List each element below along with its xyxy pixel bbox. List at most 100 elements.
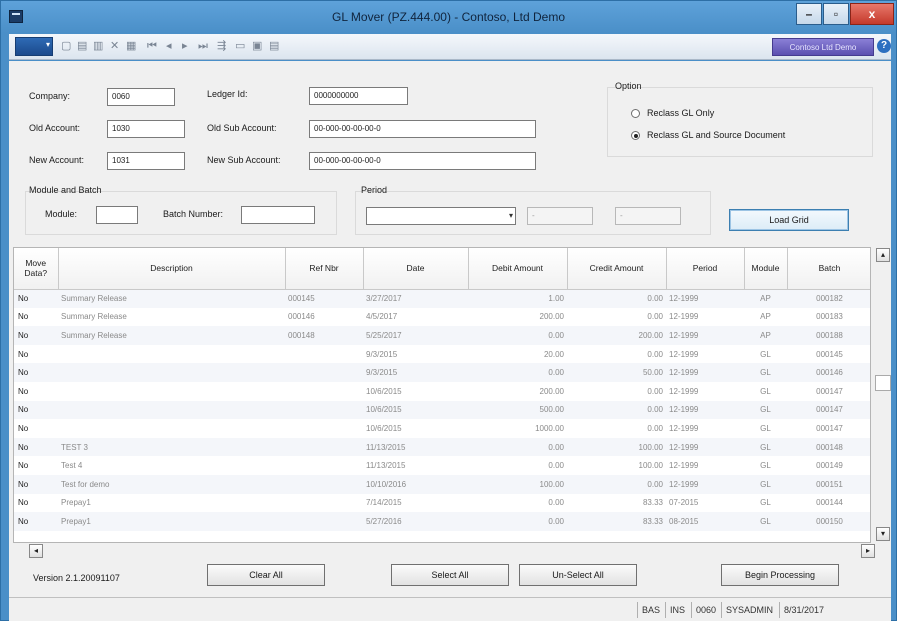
unselect-all-button[interactable]: Un-Select All [519, 564, 637, 586]
title-bar[interactable]: GL Mover (PZ.444.00) - Contoso, Ltd Demo… [1, 1, 896, 33]
copy-icon[interactable]: ▥ [93, 39, 103, 53]
old-sub-account-field[interactable]: 00-000-00-00-00-0 [309, 120, 536, 138]
grid-horizontal-scrollbar[interactable]: ◂ ▸ [13, 544, 875, 558]
scroll-right-icon[interactable]: ▸ [861, 544, 875, 558]
reclass-gl-only-radio[interactable] [631, 109, 640, 118]
table-row[interactable]: No 10/6/2015 200.00 0.00 12-1999 GL 000147 [14, 382, 870, 401]
column-header[interactable]: Credit Amount [567, 248, 667, 290]
chevron-down-icon[interactable]: ▾ [509, 208, 513, 224]
clear-all-button[interactable]: Clear All [207, 564, 325, 586]
new-account-field[interactable]: 1031 [107, 152, 185, 170]
column-header[interactable]: Date [363, 248, 469, 290]
company-field[interactable]: 0060 [107, 88, 175, 106]
note-icon[interactable]: ▭ [235, 39, 245, 53]
load-grid-button[interactable]: Load Grid [729, 209, 849, 231]
move-data-cell[interactable]: No [14, 456, 58, 475]
ref-nbr-cell [285, 456, 363, 475]
move-data-cell[interactable]: No [14, 494, 58, 513]
scroll-down-icon[interactable]: ▾ [876, 527, 890, 541]
table-row[interactable]: No 10/6/2015 500.00 0.00 12-1999 GL 000147 [14, 400, 870, 420]
prev-icon[interactable]: ◂ [166, 39, 172, 53]
maximize-button[interactable]: ▫ [823, 3, 849, 25]
help-icon[interactable]: ? [877, 39, 891, 53]
begin-processing-button[interactable]: Begin Processing [721, 564, 839, 586]
delete-icon[interactable]: ✕ [110, 39, 119, 53]
move-data-cell[interactable]: No [14, 308, 58, 327]
move-data-cell[interactable]: No [14, 289, 58, 308]
select-all-button[interactable]: Select All [391, 564, 509, 586]
new-sub-account-field[interactable]: 00-000-00-00-00-0 [309, 152, 536, 170]
move-data-cell[interactable]: No [14, 437, 58, 457]
table-row[interactable]: No 9/3/2015 0.00 50.00 12-1999 GL 000146 [14, 363, 870, 382]
table-row[interactable]: No Prepay1 5/27/2016 0.00 83.33 08-2015 GL 0001… [14, 512, 870, 531]
scroll-up-icon[interactable]: ▴ [876, 248, 890, 262]
table-row[interactable]: No TEST 3 11/13/2015 0.00 100.00 12-1999 GL 000… [14, 437, 870, 457]
ledger-id-field[interactable]: 0000000000 [309, 87, 408, 105]
table-row[interactable]: No Summary Release 000145 3/27/2017 1.00 0.00… [14, 289, 870, 308]
batch-number-field[interactable] [241, 206, 315, 224]
print-icon[interactable]: ▣ [252, 39, 262, 53]
move-data-cell[interactable]: No [14, 382, 58, 401]
column-header[interactable]: Debit Amount [468, 248, 568, 290]
minimize-button[interactable]: – [796, 3, 822, 25]
column-header[interactable]: Move Data? [14, 248, 59, 290]
debit-cell: 100.00 [468, 474, 567, 494]
batch-cell: 000146 [787, 363, 870, 382]
close-button[interactable]: x [850, 3, 894, 25]
move-data-cell[interactable]: No [14, 474, 58, 494]
move-data-cell[interactable]: No [14, 400, 58, 420]
credit-cell: 0.00 [567, 289, 666, 308]
date-cell: 10/10/2016 [363, 474, 468, 494]
app-window: GL Mover (PZ.444.00) - Contoso, Ltd Demo… [0, 0, 897, 621]
old-account-field[interactable]: 1030 [107, 120, 185, 138]
credit-cell: 100.00 [638, 461, 663, 471]
table-row[interactable]: No Summary Release 000146 4/5/2017 200.00 0.0… [14, 308, 870, 327]
column-header[interactable]: Batch [787, 248, 870, 290]
reclass-gl-only-label[interactable]: Reclass GL Only [647, 108, 714, 118]
debit-cell: 0.00 [468, 512, 567, 531]
column-header[interactable]: Ref Nbr [285, 248, 364, 290]
attach-icon[interactable]: ⇶ [217, 39, 226, 53]
table-row[interactable]: No Summary Release 000148 5/25/2017 0.00 200.… [14, 326, 870, 345]
batch-cell: 000145 [816, 349, 843, 359]
move-data-cell[interactable]: No [14, 345, 58, 364]
move-data-cell[interactable]: No [14, 326, 58, 345]
move-data-cell[interactable]: No [14, 363, 58, 382]
period-select[interactable]: ▾ [366, 207, 516, 225]
debit-cell: 200.00 [539, 386, 564, 396]
scroll-thumb[interactable] [875, 375, 891, 391]
first-icon[interactable]: ⏮ [147, 39, 157, 53]
ref-nbr-cell [285, 512, 363, 531]
next-icon[interactable]: ▸ [182, 39, 188, 53]
module-field[interactable] [96, 206, 138, 224]
table-row[interactable]: No 10/6/2015 1000.00 0.00 12-1999 GL 000147 [14, 419, 870, 438]
grid-icon[interactable]: ▦ [126, 39, 136, 53]
column-header[interactable]: Module [744, 248, 788, 290]
description-cell: Prepay1 [58, 512, 285, 531]
last-icon[interactable]: ⏭ [198, 39, 208, 53]
scroll-left-icon[interactable]: ◂ [29, 544, 43, 558]
debit-cell: 500.00 [468, 400, 567, 420]
new-icon[interactable]: ▢ [61, 39, 71, 53]
reclass-gl-source-label[interactable]: Reclass GL and Source Document [647, 130, 785, 140]
column-header[interactable]: Period [666, 248, 745, 290]
module-cell: GL [744, 512, 787, 531]
table-row[interactable]: No Prepay1 7/14/2015 0.00 83.33 07-2015 GL 0001… [14, 494, 870, 513]
move-data-cell[interactable]: No [14, 419, 58, 438]
move-data-cell[interactable]: No [14, 512, 58, 531]
report-icon[interactable]: ▤ [269, 39, 279, 53]
batch-cell: 000147 [816, 386, 843, 396]
table-row[interactable]: No 9/3/2015 20.00 0.00 12-1999 GL 000145 [14, 345, 870, 364]
grid-vertical-scrollbar[interactable]: ▴ ▾ [875, 247, 891, 543]
reclass-gl-source-radio[interactable] [631, 131, 640, 140]
company-brand-button[interactable]: Contoso Ltd Demo [772, 38, 874, 56]
table-row[interactable]: No Test 4 11/13/2015 0.00 100.00 12-1999 GL 000… [14, 456, 870, 475]
save-icon[interactable]: ▤ [77, 39, 87, 53]
table-row[interactable]: No Test for demo 10/10/2016 100.00 0.00 12-19… [14, 474, 870, 494]
period-cell: 07-2015 [669, 498, 699, 508]
old-sub-account-label: Old Sub Account: [207, 123, 277, 133]
ref-nbr-cell [285, 400, 363, 420]
start-menu-button[interactable] [15, 37, 53, 56]
status-user: SYSADMIN [721, 602, 777, 618]
column-header[interactable]: Description [58, 248, 286, 290]
